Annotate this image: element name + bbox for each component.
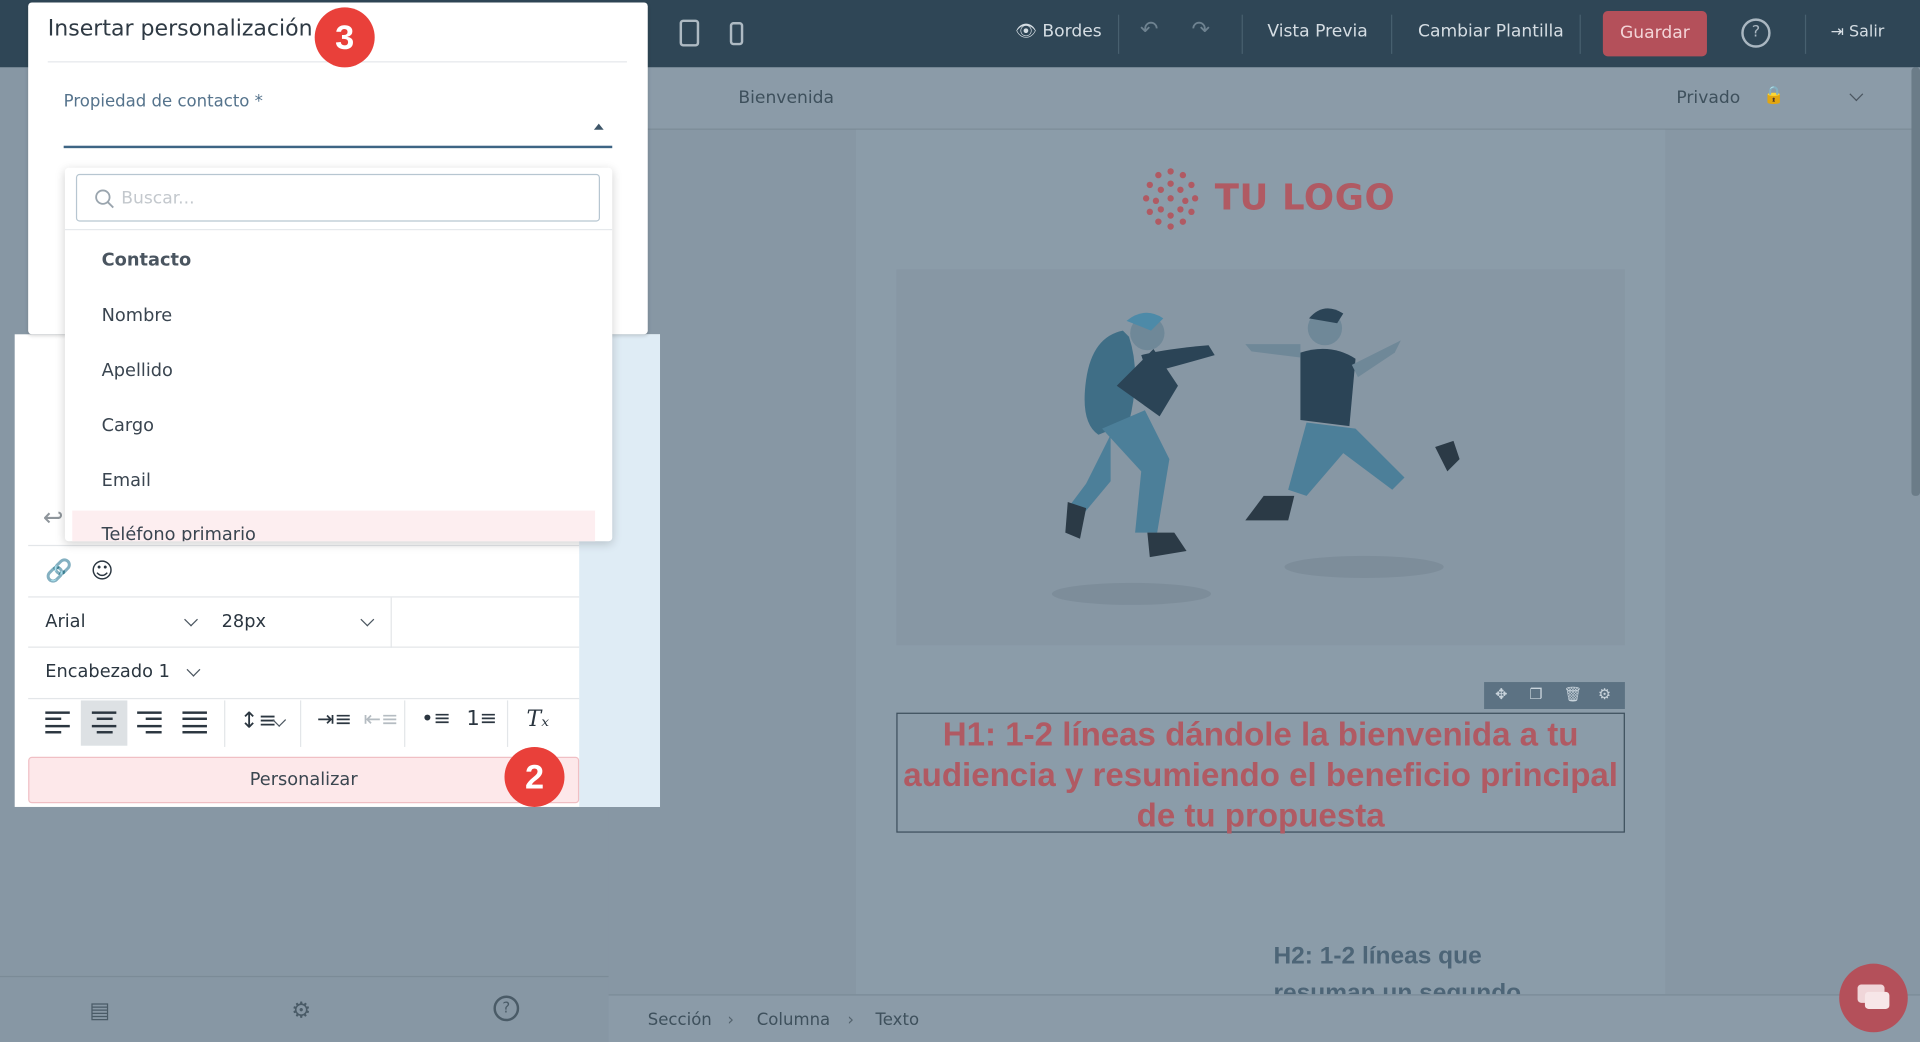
- align-justify-icon[interactable]: [182, 711, 207, 734]
- eye-icon: 👁: [1015, 22, 1043, 42]
- contact-property-select[interactable]: [63, 145, 613, 149]
- borders-label: Bordes: [1042, 22, 1102, 42]
- exit-icon: ⇥: [1830, 23, 1850, 42]
- breadcrumb-text[interactable]: Texto: [876, 1010, 920, 1030]
- chevron-down-icon[interactable]: [1849, 87, 1864, 102]
- exit-label: Salir: [1849, 23, 1885, 42]
- clear-format-icon[interactable]: Tₓ: [527, 707, 550, 733]
- page-name[interactable]: Bienvenida: [738, 88, 834, 108]
- heading-style-select[interactable]: Encabezado 1: [45, 662, 170, 682]
- save-button[interactable]: Guardar: [1602, 11, 1707, 57]
- heading-h1[interactable]: H1: 1-2 líneas dándole la bienvenida a t…: [898, 714, 1624, 836]
- line-height-icon[interactable]: ↕≡: [240, 708, 277, 734]
- option-telefono-primario[interactable]: Teléfono primario: [102, 525, 256, 541]
- divider: [224, 700, 226, 747]
- caret-up-icon[interactable]: [593, 123, 604, 130]
- logo-text: TU LOGO: [1214, 176, 1396, 218]
- chevron-down-icon[interactable]: [186, 662, 201, 677]
- align-center-icon[interactable]: [91, 711, 117, 734]
- step-badge-3: 3: [314, 7, 375, 68]
- layers-icon[interactable]: ▤: [89, 998, 110, 1024]
- dropdown-search: [75, 173, 601, 222]
- editor-row-font: Arial 28px: [28, 596, 580, 648]
- chevron-down-icon[interactable]: [360, 612, 375, 627]
- back-arrow-icon[interactable]: ↩: [43, 502, 64, 531]
- help-icon[interactable]: ?: [1741, 18, 1771, 48]
- option-group-contacto: Contacto: [101, 251, 192, 271]
- option-email[interactable]: Email: [102, 471, 151, 491]
- divider: [506, 700, 509, 747]
- breadcrumb-section[interactable]: Sección: [648, 1010, 712, 1030]
- font-size-select[interactable]: 28px: [222, 612, 266, 632]
- emoji-icon[interactable]: ☺: [91, 558, 114, 584]
- block-toolbar: ✥ ❐ 🗑 ⚙: [1484, 682, 1625, 709]
- hero-illustration[interactable]: [896, 269, 1625, 646]
- lock-icon: 🔒: [1763, 85, 1785, 106]
- heading-block[interactable]: H1: 1-2 líneas dándole la bienvenida a t…: [896, 712, 1625, 836]
- visibility-label[interactable]: Privado: [1676, 88, 1740, 108]
- modal-title: Insertar personalización: [47, 15, 313, 42]
- divider: [390, 597, 392, 648]
- exit-button[interactable]: ⇥ Salir: [1831, 23, 1885, 41]
- mobile-view-icon[interactable]: [729, 22, 744, 46]
- chat-button[interactable]: [1839, 963, 1908, 1033]
- editor-row-insert: 🔗 ☺: [28, 544, 580, 596]
- search-input[interactable]: [121, 184, 587, 212]
- font-family-select[interactable]: Arial: [45, 612, 85, 632]
- option-nombre[interactable]: Nombre: [102, 306, 173, 326]
- people-illustration-icon: [1051, 308, 1460, 605]
- numbered-list-icon[interactable]: 1≡: [467, 707, 498, 731]
- canvas-scrollbar[interactable]: [1911, 67, 1920, 496]
- option-apellido[interactable]: Apellido: [102, 361, 173, 381]
- step-badge-2: 2: [504, 746, 565, 807]
- logo-dots-icon: [1142, 168, 1199, 230]
- dropdown-divider: [64, 228, 613, 231]
- page-settings-bar: Bienvenida Privado 🔒: [608, 67, 1920, 130]
- divider: [404, 700, 406, 747]
- breadcrumb-column[interactable]: Columna: [757, 1010, 830, 1030]
- undo-icon[interactable]: ↶: [1140, 17, 1158, 43]
- contact-property-label: Propiedad de contacto *: [63, 91, 263, 112]
- duplicate-icon[interactable]: ❐: [1529, 686, 1542, 703]
- search-icon: [95, 189, 114, 209]
- chevron-down-icon[interactable]: [184, 612, 198, 627]
- chevron-right-icon: ›: [847, 1010, 854, 1030]
- app-stage: 👁 Bordes ↶ ↷ Vista Previa Cambiar Planti…: [0, 0, 1920, 1042]
- option-cargo[interactable]: Cargo: [102, 416, 154, 436]
- bulleted-list-icon[interactable]: •≡: [421, 707, 451, 731]
- heading-h2[interactable]: H2: 1-2 líneas que resuman un segundo: [1273, 938, 1567, 994]
- preview-button[interactable]: Vista Previa: [1267, 22, 1367, 42]
- chat-icon: [1857, 984, 1890, 1009]
- trash-icon[interactable]: 🗑: [1564, 686, 1583, 703]
- toolbar-divider: [1391, 14, 1393, 54]
- editor-row-heading: Encabezado 1: [28, 646, 580, 698]
- outdent-icon[interactable]: ⇤≡: [364, 708, 399, 732]
- align-right-icon[interactable]: [137, 711, 162, 734]
- personalize-button[interactable]: Personalizar: [28, 756, 580, 804]
- gear-icon[interactable]: ⚙: [1598, 686, 1611, 703]
- tablet-view-icon[interactable]: [679, 19, 700, 47]
- indent-icon[interactable]: ⇥≡: [317, 708, 352, 732]
- change-template-button[interactable]: Cambiar Plantilla: [1418, 22, 1564, 42]
- toolbar-divider: [1804, 14, 1807, 54]
- align-left-icon[interactable]: [45, 711, 70, 734]
- help-icon[interactable]: ?: [493, 995, 520, 1022]
- breadcrumb: Sección › Columna › Texto: [608, 994, 1920, 1042]
- sidebar-footer: ▤ ⚙ ?: [0, 975, 609, 1042]
- borders-toggle[interactable]: 👁 Bordes: [1015, 22, 1102, 42]
- link-icon[interactable]: 🔗: [45, 558, 72, 584]
- contact-property-dropdown: Contacto Nombre Apellido Cargo Email Tel…: [64, 167, 613, 542]
- redo-icon[interactable]: ↷: [1191, 17, 1209, 43]
- chevron-right-icon: ›: [727, 1010, 734, 1030]
- toolbar-divider: [1579, 14, 1581, 54]
- move-icon[interactable]: ✥: [1495, 686, 1507, 703]
- toolbar-divider: [1117, 14, 1120, 54]
- toolbar-divider: [1241, 14, 1243, 54]
- gear-icon[interactable]: ⚙: [291, 998, 311, 1024]
- divider: [300, 700, 302, 747]
